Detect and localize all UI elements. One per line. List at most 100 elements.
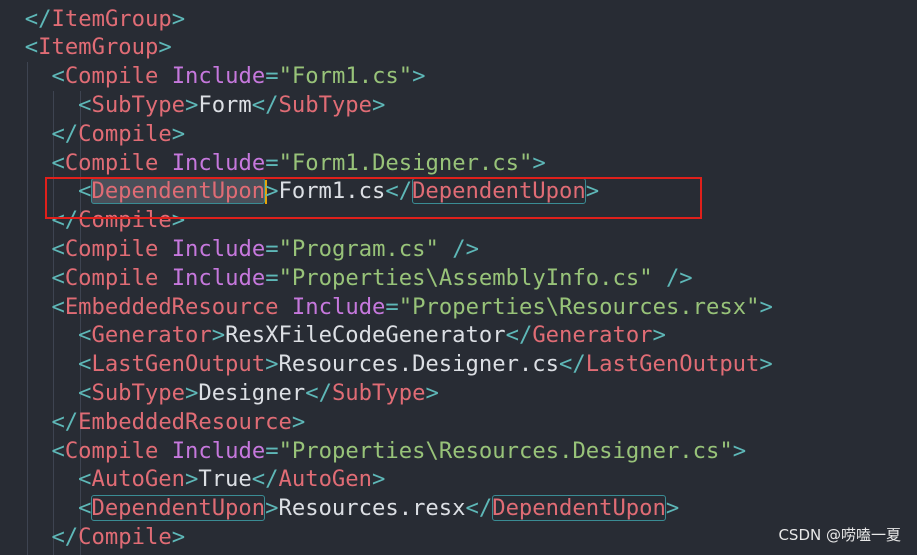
token-tag: SubType bbox=[91, 91, 185, 118]
token-tag: Compile bbox=[64, 264, 159, 291]
token-tag: Compile bbox=[78, 120, 172, 147]
token-punct: > bbox=[665, 495, 680, 522]
token-text: ResXFileCodeGenerator bbox=[225, 322, 506, 349]
token-tag: EmbeddedResource bbox=[64, 293, 279, 320]
token-attr: Include bbox=[171, 63, 266, 90]
token-punct: > bbox=[184, 379, 199, 406]
token-attr: Include bbox=[171, 149, 266, 176]
token-attr: Include bbox=[291, 293, 386, 320]
token-punct: > bbox=[532, 149, 546, 176]
token-punct: < bbox=[78, 351, 92, 378]
token-attr: Include bbox=[171, 437, 266, 464]
token-tag: Compile bbox=[64, 437, 159, 464]
token-str: "Properties\AssemblyInfo.cs" bbox=[278, 264, 653, 291]
token-punct: < bbox=[78, 379, 92, 406]
token-punct: > bbox=[652, 322, 666, 349]
token-tag: SubType bbox=[331, 379, 426, 406]
token-punct: < bbox=[78, 91, 92, 118]
token-punct: = bbox=[385, 293, 399, 320]
token-punct: > bbox=[425, 379, 439, 406]
token-text: True bbox=[198, 466, 252, 493]
code-line: <Compile Include="Properties\Resources.D… bbox=[51, 437, 746, 466]
token-punct: /> bbox=[438, 235, 479, 262]
token-punct: > bbox=[372, 91, 386, 118]
token-punct: < bbox=[78, 178, 92, 205]
token-punct: </ bbox=[251, 466, 279, 493]
code-line: <ItemGroup> bbox=[25, 33, 172, 62]
token-punct: > bbox=[412, 63, 426, 90]
token-tag: Generator bbox=[91, 322, 212, 349]
code-line: <LastGenOutput>Resources.Designer.cs</La… bbox=[78, 350, 773, 379]
code-line: <AutoGen>True</AutoGen> bbox=[78, 465, 385, 494]
token-punct: > bbox=[759, 293, 773, 320]
code-line: <Compile Include="Form1.Designer.cs"> bbox=[51, 149, 545, 178]
token-tag: AutoGen bbox=[278, 466, 373, 493]
token-punct: /> bbox=[652, 264, 693, 291]
token-punct: </ bbox=[385, 178, 413, 205]
code-editor[interactable]: </ItemGroup> <ItemGroup> <Compile Include=… bbox=[0, 0, 917, 555]
token-tag: Compile bbox=[64, 149, 159, 176]
token-punct: < bbox=[51, 437, 65, 464]
token-punct: = bbox=[265, 63, 279, 90]
token-punct: > bbox=[265, 495, 279, 522]
code-line: <Generator>ResXFileCodeGenerator</Genera… bbox=[78, 321, 666, 350]
token-punct: < bbox=[51, 63, 65, 90]
token-tag: DependentUpon bbox=[492, 495, 666, 522]
token-tag: LastGenOutput bbox=[585, 351, 760, 378]
token-str: "Properties\Resources.resx" bbox=[398, 293, 760, 320]
token-text: Form1.cs bbox=[278, 178, 386, 205]
token-punct: </ bbox=[251, 91, 279, 118]
token-tag: SubType bbox=[278, 91, 373, 118]
watermark: CSDN @唠嗑一夏 bbox=[778, 526, 901, 544]
token-punct: > bbox=[171, 207, 186, 234]
token-punct: </ bbox=[505, 322, 533, 349]
token-punct: > bbox=[585, 178, 600, 205]
code-line: </Compile> bbox=[51, 523, 185, 552]
token-punct: </ bbox=[51, 523, 79, 550]
token-tag: SubType bbox=[91, 379, 185, 406]
token-text: Resources.resx bbox=[278, 495, 466, 522]
token-tag: DependentUpon bbox=[91, 178, 266, 205]
token-punct: </ bbox=[465, 495, 493, 522]
token-punct: > bbox=[265, 351, 279, 378]
token-tag: DependentUpon bbox=[412, 178, 586, 205]
token-punct: < bbox=[51, 293, 65, 320]
token-tag: Compile bbox=[64, 235, 159, 262]
token-punct: > bbox=[171, 523, 186, 550]
token-attr: Include bbox=[171, 264, 266, 291]
token-tag: Compile bbox=[78, 523, 172, 550]
token-tag: EmbeddedResource bbox=[78, 408, 292, 435]
token-punct: > bbox=[759, 351, 773, 378]
token-text: Designer bbox=[198, 379, 306, 406]
token-punct: </ bbox=[24, 5, 52, 32]
code-line: <SubType>Designer</SubType> bbox=[78, 379, 439, 408]
code-line: <Compile Include="Properties\AssemblyInf… bbox=[51, 264, 692, 293]
code-line: </EmbeddedResource> bbox=[51, 408, 305, 437]
token-punct: </ bbox=[559, 351, 586, 378]
token-punct: </ bbox=[305, 379, 332, 406]
token-punct: < bbox=[78, 466, 92, 493]
token-punct: > bbox=[171, 5, 186, 32]
token-tag: AutoGen bbox=[91, 466, 185, 493]
token-str: "Properties\Resources.Designer.cs" bbox=[278, 437, 733, 464]
token-punct: < bbox=[51, 235, 65, 262]
token-tag: ItemGroup bbox=[38, 34, 159, 61]
token-tag: Compile bbox=[64, 63, 159, 90]
token-punct: < bbox=[51, 264, 65, 291]
token-punct: > bbox=[184, 91, 199, 118]
token-punct: > bbox=[158, 34, 172, 61]
indent-guide bbox=[26, 62, 28, 555]
code-line: </Compile> bbox=[51, 206, 185, 235]
token-punct: = bbox=[265, 149, 279, 176]
code-line: <DependentUpon>Resources.resx</Dependent… bbox=[78, 494, 679, 523]
code-line: </ItemGroup> bbox=[25, 5, 185, 34]
token-punct: > bbox=[211, 322, 226, 349]
token-punct: </ bbox=[51, 120, 79, 147]
token-punct: = bbox=[265, 235, 279, 262]
token-punct: > bbox=[171, 120, 186, 147]
token-punct: = bbox=[265, 437, 279, 464]
